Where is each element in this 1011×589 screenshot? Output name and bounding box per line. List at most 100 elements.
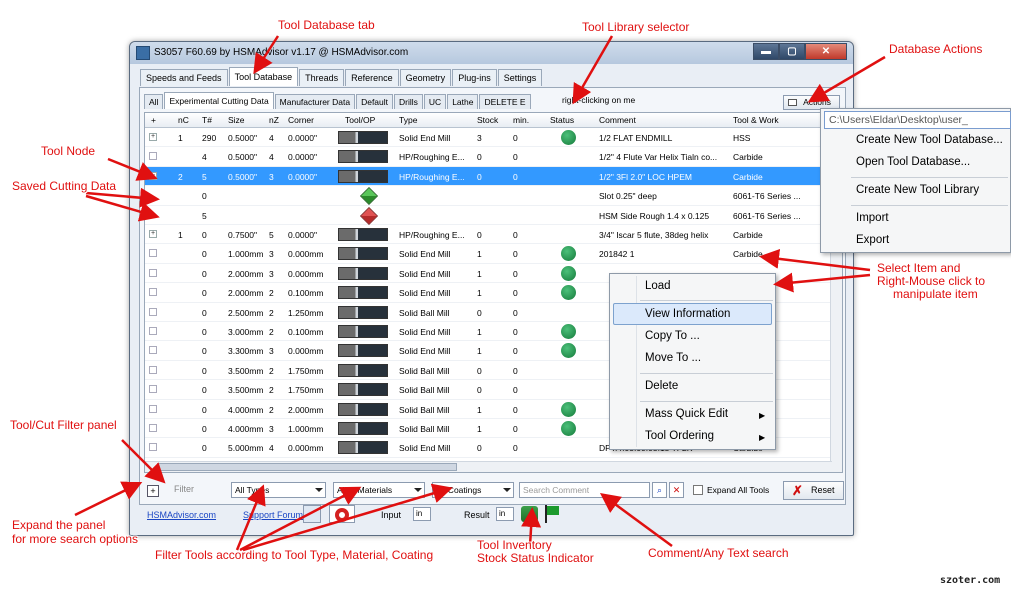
inventory-flag-icon[interactable] xyxy=(543,505,561,523)
cell-min: 0 xyxy=(513,288,518,299)
row-checkbox[interactable] xyxy=(149,404,157,413)
row-checkbox[interactable] xyxy=(149,249,157,258)
row-checkbox[interactable] xyxy=(149,307,157,316)
row-checkbox[interactable] xyxy=(149,152,157,161)
load-item[interactable]: Load xyxy=(645,280,671,292)
cell-nz: 2 xyxy=(269,327,274,337)
cell-comment: 1/2 FLAT ENDMILL xyxy=(599,133,673,143)
table-row[interactable]: 0 1.000mm 3 0.000mm Solid End Mill 1 0 201842 1… xyxy=(145,244,842,264)
cell-type: Solid Ball Mill xyxy=(399,307,450,318)
expand-filter-button[interactable]: + xyxy=(147,485,159,497)
result-units[interactable]: in xyxy=(496,507,514,521)
tab-threads[interactable]: Threads xyxy=(299,69,345,86)
column-header[interactable]: Status xyxy=(550,115,574,125)
coating-select[interactable]: All Coatings xyxy=(432,482,514,498)
open-database-item[interactable]: Open Tool Database... xyxy=(856,156,970,168)
column-header[interactable]: Size xyxy=(228,115,245,125)
column-header[interactable]: nZ xyxy=(269,115,279,125)
expand-all-checkbox[interactable] xyxy=(693,485,703,495)
column-header[interactable]: Corner xyxy=(288,115,314,125)
expand-toggle-icon[interactable]: − xyxy=(149,171,157,180)
library-tab[interactable]: DELETE E xyxy=(479,94,531,109)
database-path-field[interactable]: C:\Users\Eldar\Desktop\user_ xyxy=(824,111,1011,129)
tool-material-select[interactable]: All T. Materials xyxy=(333,482,425,498)
clear-search-icon[interactable]: ✕ xyxy=(669,482,684,498)
copy-to-item[interactable]: Copy To ... xyxy=(645,330,700,342)
tab-geometry[interactable]: Geometry xyxy=(399,69,452,86)
stock-status-icon[interactable] xyxy=(521,506,538,522)
row-checkbox[interactable] xyxy=(149,288,157,297)
column-header[interactable]: nC xyxy=(178,115,189,125)
cell-corner: 0.000mm xyxy=(288,346,324,357)
support-forums-link[interactable]: Support Forums xyxy=(243,510,308,520)
export-item[interactable]: Export xyxy=(856,234,889,246)
column-header[interactable]: Tool/OP xyxy=(345,115,375,125)
tool-type-select[interactable]: All Types xyxy=(231,482,326,498)
table-row[interactable]: 4 0.5000" 4 0.0000" HP/Roughing E... 0 0 1/2" 4… xyxy=(145,147,842,167)
table-row[interactable]: 5 HSM Side Rough 1.4 x 0.125 6061-T6 Serie… xyxy=(145,206,842,225)
title-bar[interactable]: S3057 F60.69 by HSMAdvisor v1.17 @ HSMAd… xyxy=(130,42,853,64)
cell-comment: 1/2" 3Fl 2.0" LOC HPEM xyxy=(599,171,692,182)
table-row[interactable]: 0 Slot 0.25" deep 6061-T6 Series ... xyxy=(145,186,842,206)
cell-min: 0 xyxy=(513,327,518,337)
table-row[interactable]: +1 290 0.5000" 4 0.0000" Solid End Mill 3 0 1/2 … xyxy=(145,128,842,148)
cell-type: Solid End Mill xyxy=(399,249,451,260)
create-database-item[interactable]: Create New Tool Database... xyxy=(856,134,1003,146)
mass-quick-edit-item[interactable]: Mass Quick Edit xyxy=(645,408,728,420)
row-checkbox[interactable] xyxy=(149,385,157,394)
cell-type: HP/Roughing E... xyxy=(399,230,465,240)
reset-button[interactable]: ✗ Reset xyxy=(783,481,844,500)
tab-tool-database[interactable]: Tool Database xyxy=(228,67,299,86)
import-item[interactable]: Import xyxy=(856,212,889,224)
tab-settings[interactable]: Settings xyxy=(497,69,543,86)
row-checkbox[interactable] xyxy=(149,443,157,452)
library-tab[interactable]: Manufacturer Data xyxy=(274,94,356,109)
column-header[interactable]: min. xyxy=(513,115,529,125)
library-tab[interactable]: All xyxy=(144,94,164,109)
column-header[interactable]: Type xyxy=(399,115,417,125)
create-library-item[interactable]: Create New Tool Library xyxy=(856,184,979,196)
expand-toggle-icon[interactable]: + xyxy=(149,133,157,141)
table-row[interactable]: +1 0 0.7500" 5 0.0000" HP/Roughing E... 0 0 3/4"… xyxy=(145,225,842,245)
column-header[interactable]: Tool & Work xyxy=(733,115,779,125)
column-header[interactable]: Comment xyxy=(599,115,636,125)
cell-nC: 1 xyxy=(178,133,183,143)
column-header[interactable]: + xyxy=(151,115,156,125)
calculator-icon[interactable] xyxy=(303,505,321,523)
input-units[interactable]: in xyxy=(413,507,431,521)
minimize-button[interactable]: ▬ xyxy=(753,43,779,60)
close-button[interactable]: ✕ xyxy=(805,43,847,60)
row-checkbox[interactable] xyxy=(149,365,157,374)
library-tab[interactable]: UC xyxy=(423,94,447,109)
row-checkbox[interactable] xyxy=(149,346,157,355)
library-tab[interactable]: Drills xyxy=(394,94,423,109)
expand-toggle-icon[interactable]: + xyxy=(149,230,157,238)
tab-reference[interactable]: Reference xyxy=(345,69,399,86)
library-tab[interactable]: Lathe xyxy=(447,94,479,109)
tab-speeds-and-feeds[interactable]: Speeds and Feeds xyxy=(140,69,228,86)
lifesaver-icon[interactable] xyxy=(329,505,355,523)
horizontal-scrollbar[interactable] xyxy=(145,461,832,472)
maximize-button[interactable]: ▢ xyxy=(779,43,805,60)
tool-ordering-item[interactable]: Tool Ordering xyxy=(645,430,714,442)
view-information-item[interactable]: View Information xyxy=(645,308,730,320)
row-checkbox[interactable] xyxy=(149,327,157,335)
cell-min: 0 xyxy=(513,385,518,396)
cell-size: 2.500mm xyxy=(228,307,264,318)
column-header[interactable]: T# xyxy=(202,115,212,125)
search-input[interactable]: Search Comment xyxy=(519,482,650,498)
search-icon[interactable]: ⌕ xyxy=(652,482,667,498)
table-row[interactable]: − 2 5 0.5000" 3 0.0000" HP/Roughing E... 0 0 1/2"… xyxy=(145,166,842,187)
library-tab[interactable]: Default xyxy=(356,94,394,109)
note-filter-tools: Filter Tools according to Tool Type, Mat… xyxy=(155,548,434,562)
scroll-thumb[interactable] xyxy=(157,463,457,471)
row-checkbox[interactable] xyxy=(149,268,157,277)
website-link[interactable]: HSMAdvisor.com xyxy=(147,510,216,520)
row-checkbox[interactable] xyxy=(149,424,157,432)
status-row: HSMAdvisor.com Support Forums Input in R… xyxy=(145,504,845,526)
tab-plug-ins[interactable]: Plug-ins xyxy=(452,69,497,86)
library-tab[interactable]: Experimental Cutting Data xyxy=(164,92,274,109)
move-to-item[interactable]: Move To ... xyxy=(645,352,701,364)
column-header[interactable]: Stock xyxy=(477,115,498,125)
delete-item[interactable]: Delete xyxy=(645,380,678,392)
